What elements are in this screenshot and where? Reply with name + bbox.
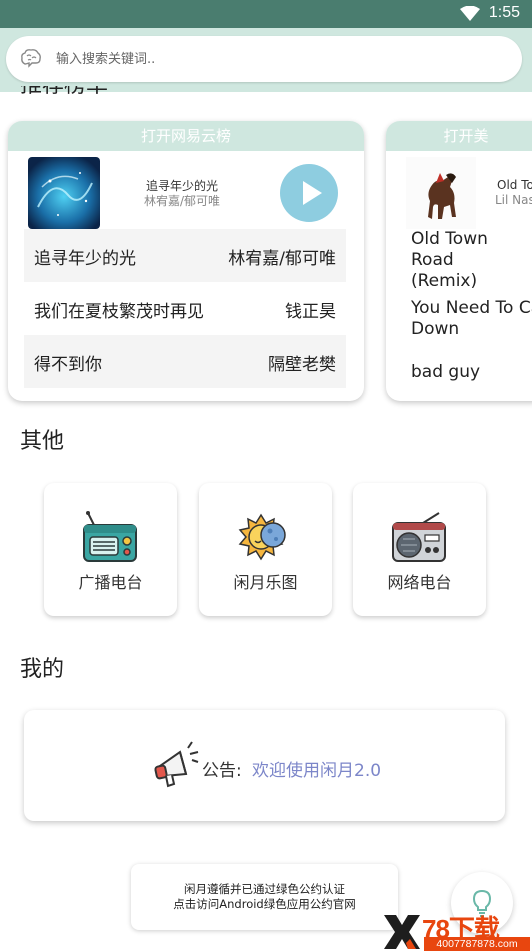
song-title: bad guy	[411, 362, 481, 382]
radio-tile[interactable]: 广播电台	[44, 483, 177, 616]
watermark-site: 4007787878.com	[424, 937, 530, 951]
song-artist: 隔壁老樊	[268, 355, 336, 375]
green-convention-card[interactable]: 闲月遵循并已通过绿色公约认证 点击访问Android绿色应用公约官网	[131, 864, 398, 930]
play-icon	[303, 181, 322, 205]
sun-moon-icon	[238, 513, 286, 561]
convention-text: 闲月遵循并已通过绿色公约认证	[184, 882, 345, 896]
search-box[interactable]	[6, 36, 522, 82]
song-title: 得不到你	[34, 355, 102, 375]
watermark-logo-icon	[384, 915, 420, 949]
featured-song-title: Old To	[497, 178, 532, 192]
other-heading: 其他	[20, 429, 65, 454]
song-row[interactable]: 得不到你 隔壁老樊	[24, 335, 346, 388]
convention-link[interactable]: 点击访问Android绿色应用公约官网	[131, 896, 398, 912]
song-title: Old Town Road (Remix)	[411, 229, 488, 291]
song-title: 追寻年少的光	[34, 249, 136, 269]
song-artist: 林宥嘉/郁可唯	[228, 249, 336, 269]
mine-heading: 我的	[20, 657, 65, 682]
radio-icon	[83, 511, 137, 562]
chart-card-netease: 打开网易云榜 追寻年少的光 林宥嘉/郁可唯 追寻年少的光 林宥嘉/郁可唯 我们在…	[8, 121, 364, 401]
tile-label: 闲月乐图	[233, 573, 298, 592]
song-row[interactable]: 我们在夏枝繁茂时再见 钱正昊	[24, 282, 346, 335]
search-input[interactable]	[56, 46, 496, 72]
album-cover[interactable]	[28, 157, 100, 229]
song-artist: 钱正昊	[285, 302, 336, 322]
search-bar	[0, 28, 532, 92]
tile-label: 广播电台	[78, 573, 143, 592]
status-bar: 1:55	[0, 0, 532, 28]
music-pictures-tile[interactable]: 闲月乐图	[199, 483, 332, 616]
featured-song-artist: 林宥嘉/郁可唯	[143, 194, 221, 208]
album-cover[interactable]	[406, 157, 476, 229]
charts-heading: 推荐榜单	[20, 86, 108, 98]
wifi-icon	[460, 6, 480, 21]
featured-song-artist: Lil Nas	[495, 193, 532, 207]
chart-card-us: 打开美 Old To Lil Nas Old Town Road (Remix)…	[386, 121, 532, 401]
song-row[interactable]: 追寻年少的光 林宥嘉/郁可唯	[24, 229, 346, 282]
open-chart-button[interactable]: 打开网易云榜	[8, 121, 364, 151]
tile-label: 网络电台	[387, 573, 452, 592]
clock: 1:55	[488, 4, 520, 21]
megaphone-icon	[154, 741, 199, 788]
song-title: You Need To Ca Down	[411, 298, 532, 339]
open-chart-button[interactable]: 打开美	[386, 121, 532, 151]
song-title: 我们在夏枝繁茂时再见	[34, 302, 204, 322]
retro-radio-icon	[392, 512, 446, 562]
announcement-text: 欢迎使用闲月2.0	[252, 761, 382, 781]
brain-icon[interactable]	[20, 48, 42, 68]
watermark: 78下载 4007787878.com	[382, 913, 532, 951]
play-button[interactable]	[280, 164, 338, 222]
announcement-card[interactable]: 公告: 欢迎使用闲月2.0	[24, 710, 505, 821]
announcement-label: 公告:	[202, 761, 242, 781]
net-radio-tile[interactable]: 网络电台	[353, 483, 486, 616]
